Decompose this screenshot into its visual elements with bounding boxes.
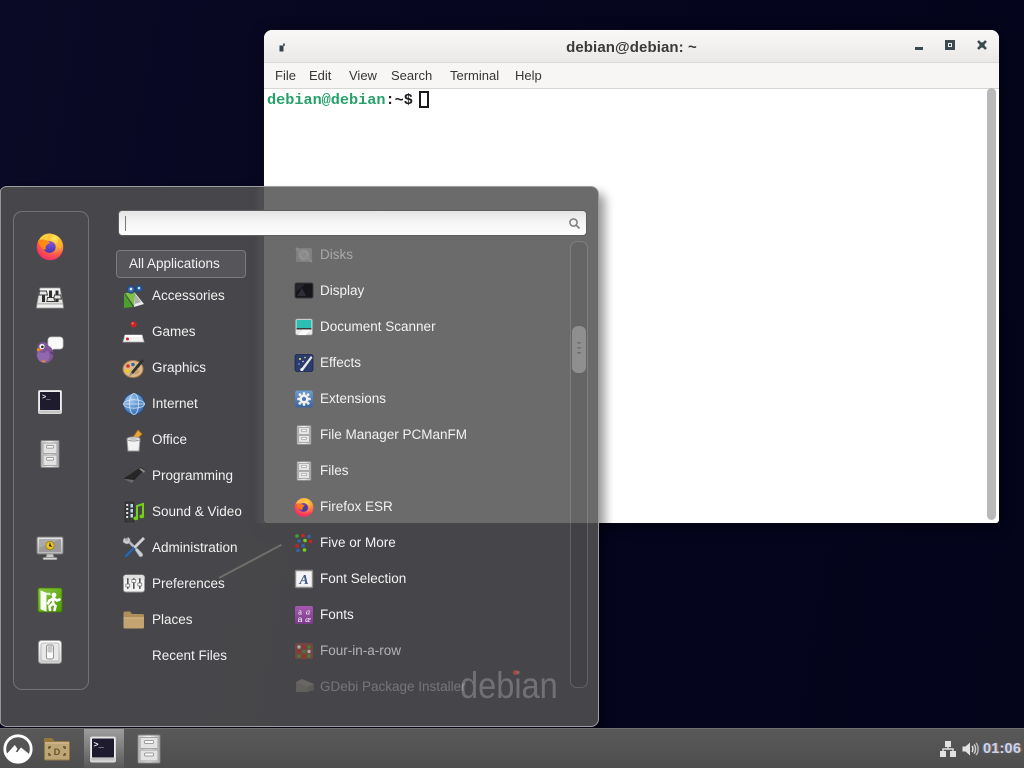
svg-text:A: A — [298, 573, 308, 588]
svg-text:D: D — [54, 747, 61, 757]
svg-text:>_: >_ — [42, 394, 51, 402]
svg-text:a: a — [298, 614, 303, 624]
svg-text:>_: >_ — [94, 740, 105, 750]
svg-text:æ: æ — [305, 614, 311, 624]
